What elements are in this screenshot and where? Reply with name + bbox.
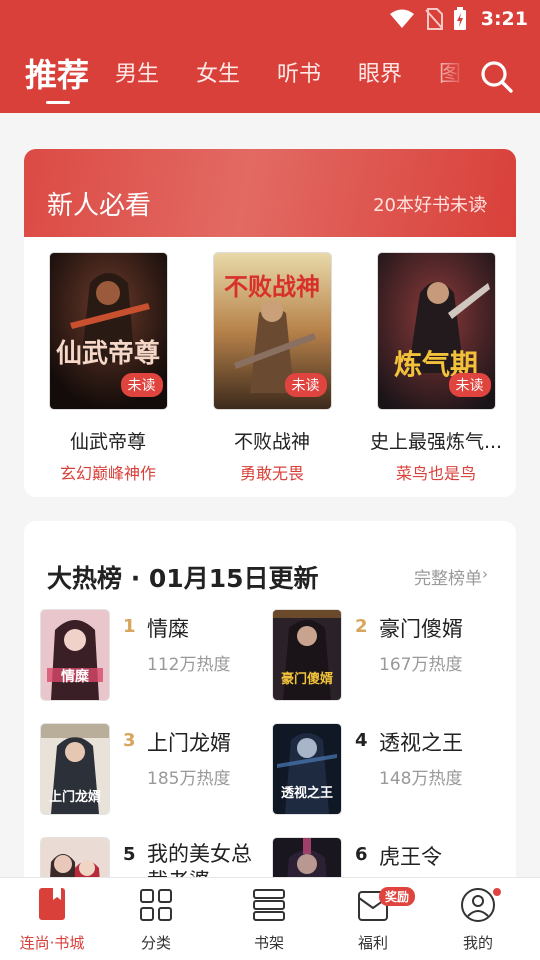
chevron-right-icon: › [481, 193, 488, 212]
cover-title: 豪门傻婿 [280, 672, 333, 687]
status-time: 3:21 [480, 8, 528, 30]
tab-audiobook[interactable]: 听书 [277, 40, 321, 113]
book-card[interactable]: 不败战神 未读 不败战神 勇敢无畏 [202, 253, 342, 484]
book-title: 不败战神 [233, 431, 310, 453]
rank-heat: 185万热度 [147, 769, 231, 789]
rank-heat: 148万热度 [379, 769, 463, 789]
cover-title: 仙武帝尊 [55, 339, 160, 369]
rank-book-title: 情糜 [147, 617, 189, 641]
cover-art [41, 610, 109, 700]
rank-cover: 上门龙婿 [41, 724, 109, 814]
rank-item[interactable]: 情糜 1 情糜 112万热度 [41, 610, 271, 700]
rank-item[interactable]: 透视之王 4 透视之王 148万热度 [273, 724, 503, 814]
bottom-tab-label: 福利 [357, 934, 388, 952]
reward-badge: 奖励 [379, 887, 416, 906]
section-title: 大热榜 · 01月15日更新 [47, 564, 319, 593]
rank-number: 1 [123, 616, 136, 637]
cover-title: 透视之王 [280, 786, 333, 801]
bottom-tab-profile[interactable]: 我的 [428, 878, 528, 960]
status-icons: 3:21 [389, 6, 528, 32]
book-title: 史上最强炼气... [369, 431, 503, 453]
book-title: 仙武帝尊 [69, 431, 146, 453]
rank-heat: 167万热度 [379, 655, 463, 675]
unread-badge: 未读 [120, 373, 163, 397]
section-title: 新人必看 [47, 191, 152, 221]
bottom-tab-label: 我的 [462, 934, 493, 952]
rank-book-title: 上门龙婿 [147, 731, 231, 755]
status-bar: 3:21 [0, 0, 540, 40]
battery-charging-icon [453, 7, 466, 30]
cover-title: 不败战神 [224, 272, 320, 301]
book-cover: 炼气期 未读 [377, 253, 495, 409]
rank-number: 6 [355, 844, 368, 865]
rank-number: 3 [123, 730, 136, 751]
wifi-icon [389, 9, 414, 28]
rank-book-title: 透视之王 [379, 731, 463, 755]
rank-number: 2 [355, 616, 368, 637]
book-cover: 不败战神 未读 [213, 253, 331, 409]
unread-badge: 未读 [448, 373, 491, 397]
tab-female[interactable]: 女生 [196, 40, 240, 113]
rank-heat: 112万热度 [147, 655, 231, 675]
book-tagline: 勇敢无畏 [239, 464, 304, 483]
rank-number: 4 [355, 730, 368, 751]
book-cover: 仙武帝尊 未读 [49, 253, 167, 409]
category-grid-icon [140, 889, 172, 921]
bottom-tab-bookstore[interactable]: 连尚·书城 [2, 878, 102, 960]
rank-cover: 豪门傻婿 [273, 610, 341, 700]
active-tab-indicator [46, 101, 70, 104]
unread-badge: 未读 [284, 373, 327, 397]
bookshelf-icon [253, 889, 285, 921]
bottom-tab-label: 分类 [140, 934, 171, 952]
book-card[interactable]: 炼气期 未读 史上最强炼气... 菜鸟也是鸟 [366, 253, 506, 484]
rank-cover: 情糜 [41, 610, 109, 700]
search-icon[interactable] [478, 58, 516, 96]
bottom-tab-bookshelf[interactable]: 书架 [219, 878, 319, 960]
bottom-tab-label: 连尚·书城 [19, 934, 85, 952]
newbie-section: 新人必看 20本好书未读 › 仙武帝尊 未读 仙武帝尊 玄幻巅峰神作 不败战神 … [24, 149, 516, 497]
book-tagline: 玄幻巅峰神作 [59, 464, 156, 483]
bottom-tab-category[interactable]: 分类 [106, 878, 206, 960]
book-card[interactable]: 仙武帝尊 未读 仙武帝尊 玄幻巅峰神作 [38, 253, 178, 484]
newbie-more-link[interactable]: 20本好书未读 [373, 191, 486, 217]
tab-male[interactable]: 男生 [115, 40, 159, 113]
top-nav: 推荐 男生 女生 听书 眼界 图 [0, 40, 540, 113]
cover-title: 情糜 [61, 669, 89, 685]
tabs-fade [430, 40, 475, 113]
tab-horizon[interactable]: 眼界 [358, 40, 402, 113]
full-ranking-link[interactable]: 完整榜单 [414, 564, 482, 589]
no-sim-icon [424, 8, 443, 30]
rank-book-title: 虎王令 [379, 845, 442, 869]
notification-dot [491, 886, 503, 898]
bookstore-icon [39, 888, 65, 920]
rank-item[interactable]: 豪门傻婿 2 豪门傻婿 167万热度 [273, 610, 503, 700]
rank-cover: 透视之王 [273, 724, 341, 814]
bottom-nav: 连尚·书城 分类 书架 奖励 福利 我的 [0, 877, 540, 960]
cover-title: 上门龙婿 [48, 790, 101, 805]
rank-item[interactable]: 上门龙婿 3 上门龙婿 185万热度 [41, 724, 271, 814]
chevron-right-icon: › [482, 565, 488, 583]
newbie-header: 新人必看 20本好书未读 › [24, 149, 516, 237]
rank-number: 5 [123, 844, 136, 865]
book-tagline: 菜鸟也是鸟 [395, 464, 476, 483]
bottom-tab-label: 书架 [253, 934, 284, 952]
bottom-tab-welfare[interactable]: 奖励 福利 [323, 878, 423, 960]
rank-book-title: 豪门傻婿 [379, 617, 463, 641]
